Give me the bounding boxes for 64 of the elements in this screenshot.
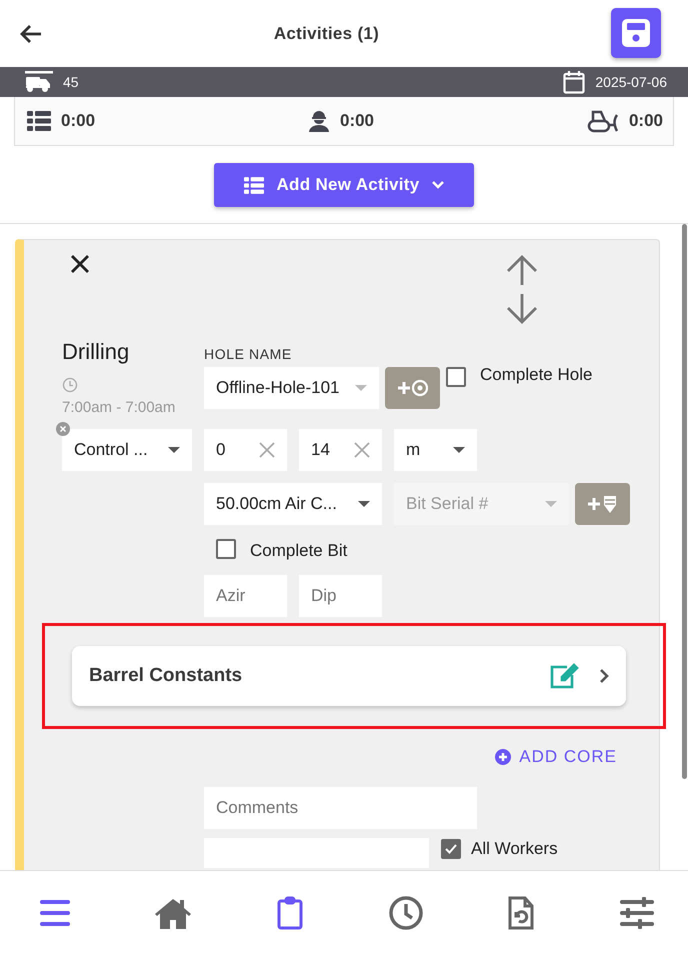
bit-select[interactable]: 50.00cm Air C... (204, 483, 382, 525)
checkbox-label: All Workers (471, 839, 558, 859)
add-bit-button[interactable] (575, 483, 630, 525)
list-icon (244, 176, 264, 194)
chevron-down-icon (432, 181, 444, 189)
back-button[interactable] (20, 24, 42, 42)
menu-icon (40, 900, 70, 926)
comments-field[interactable]: Comments (204, 787, 477, 829)
check-icon (445, 844, 457, 854)
add-core-link[interactable]: ADD CORE (495, 747, 617, 767)
dip-field[interactable]: Dip (299, 575, 382, 617)
chevron-right-icon (599, 669, 609, 683)
plus-circle-icon (495, 749, 512, 765)
nav-tab[interactable] (154, 896, 192, 928)
worker-icon (308, 110, 330, 132)
save-button[interactable] (610, 8, 661, 58)
page-title: Activities (1) (274, 24, 380, 44)
checkbox[interactable] (441, 839, 461, 859)
add-hole-button[interactable] (385, 367, 440, 409)
total-time: 0:00 (61, 111, 96, 131)
close-icon (70, 254, 90, 274)
field-label: HOLE NAME (204, 346, 293, 362)
reorder-handle[interactable] (505, 254, 539, 324)
checkbox-label: Complete Bit (250, 541, 348, 561)
drill-truck-icon (25, 71, 53, 93)
back-arrow-icon (20, 24, 42, 42)
azimuth-field[interactable]: Azir (204, 575, 287, 617)
hole-select[interactable]: Offline-Hole-101 (204, 367, 379, 409)
date-text: 2025-07-06 (595, 74, 667, 90)
nav-tab[interactable] (275, 896, 306, 930)
barrel-constants-row[interactable]: Barrel Constants (72, 646, 626, 706)
add-target-icon (396, 378, 428, 398)
document-icon (508, 896, 534, 930)
remove-icon[interactable] (56, 422, 70, 436)
up-down-arrows-icon (505, 254, 539, 324)
total-time: 0:00 (628, 111, 663, 131)
edit-icon (549, 663, 579, 689)
add-activity-button[interactable]: Add New Activity (214, 163, 474, 207)
scrollbar[interactable] (682, 224, 687, 779)
nav-tab[interactable] (388, 896, 423, 930)
close-button[interactable] (70, 254, 90, 274)
nav-tab[interactable] (40, 900, 70, 926)
add-drill-bit-icon (586, 494, 618, 514)
to-depth-field[interactable]: 14 (299, 429, 382, 471)
unit-select[interactable]: m (394, 429, 477, 471)
checkbox-label: Complete Hole (480, 365, 592, 385)
activity-time: 7:00am - 7:00am (62, 399, 176, 416)
activity-name: Drilling (62, 339, 130, 365)
total-time: 0:00 (340, 111, 374, 131)
checkbox[interactable] (446, 367, 466, 387)
clipboard-icon (277, 896, 304, 930)
clock-icon (388, 896, 423, 930)
settings-icon (620, 896, 654, 928)
nav-tab[interactable] (506, 896, 536, 930)
nav-tab[interactable] (620, 896, 654, 928)
from-depth-field[interactable]: 0 (204, 429, 287, 471)
bulldozer-icon (586, 109, 619, 133)
calendar-icon (563, 70, 586, 94)
home-icon (154, 896, 192, 928)
list-icon (27, 111, 51, 131)
clock-icon (62, 377, 78, 393)
checkbox[interactable] (216, 539, 236, 559)
activity-type-select[interactable]: Control ... (62, 429, 192, 471)
rig-number: 45 (63, 74, 79, 90)
